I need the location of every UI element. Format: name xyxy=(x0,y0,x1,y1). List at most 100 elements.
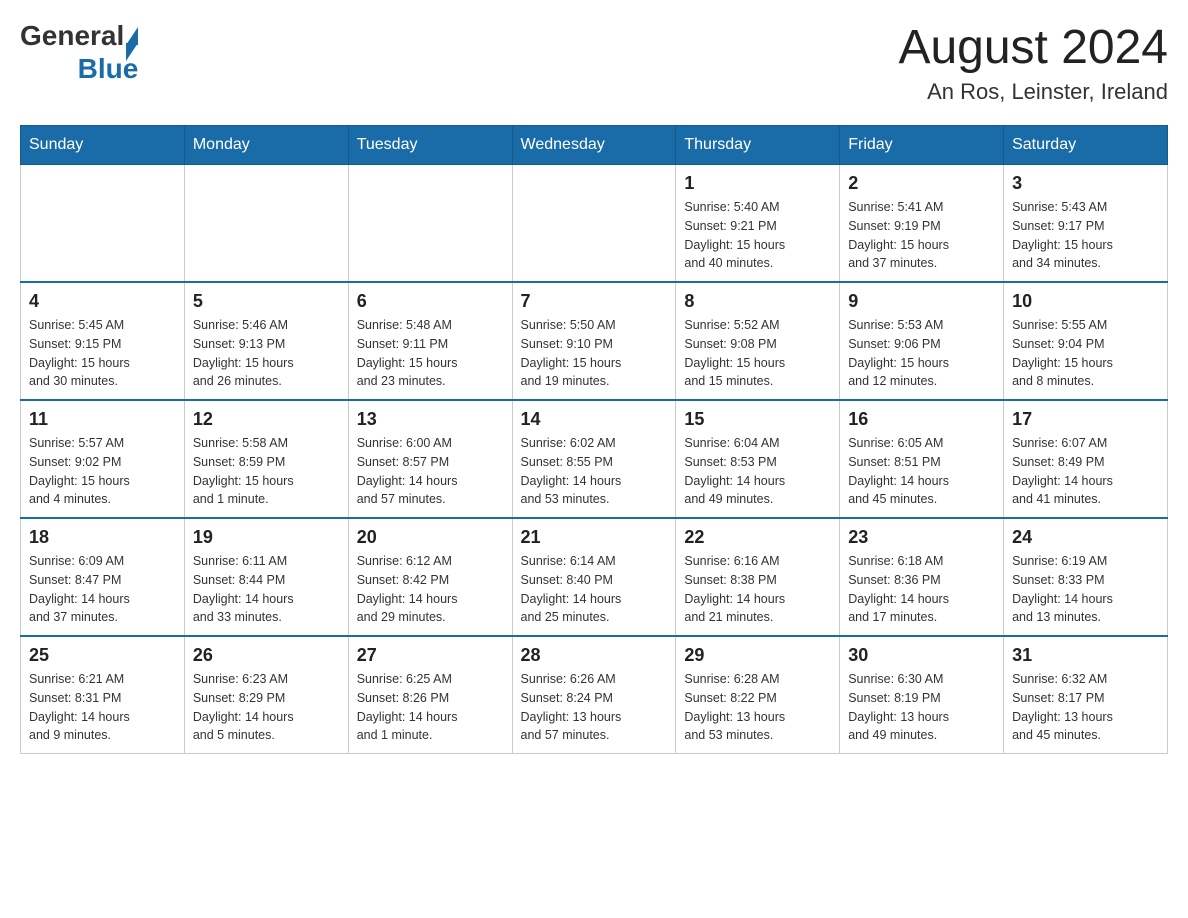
day-number: 29 xyxy=(684,645,831,666)
day-number: 6 xyxy=(357,291,504,312)
day-number: 8 xyxy=(684,291,831,312)
calendar-day-header: Sunday xyxy=(21,126,185,165)
logo-text-blue: Blue xyxy=(78,53,139,85)
day-number: 12 xyxy=(193,409,340,430)
calendar-cell: 19 Sunrise: 6:11 AM Sunset: 8:44 PM Dayli… xyxy=(184,518,348,636)
day-number: 28 xyxy=(521,645,668,666)
day-info: Sunrise: 6:23 AM Sunset: 8:29 PM Dayligh… xyxy=(193,670,340,745)
day-info: Sunrise: 5:52 AM Sunset: 9:08 PM Dayligh… xyxy=(684,316,831,391)
calendar-cell xyxy=(184,165,348,283)
calendar-cell: 20Sunrise: 6:12 AM Sunset: 8:42 PM Dayli… xyxy=(348,518,512,636)
day-info: Sunrise: 6:11 AM Sunset: 8:44 PM Dayligh… xyxy=(193,552,340,627)
day-info: Sunrise: 6:32 AM Sunset: 8:17 PM Dayligh… xyxy=(1012,670,1159,745)
logo-icon: General Blue xyxy=(20,20,138,85)
day-number: 14 xyxy=(521,409,668,430)
day-info: Sunrise: 6:16 AM Sunset: 8:38 PM Dayligh… xyxy=(684,552,831,627)
calendar-cell: 13 Sunrise: 6:00 AM Sunset: 8:57 PM Dayli… xyxy=(348,400,512,518)
calendar-day-header: Friday xyxy=(840,126,1004,165)
day-number: 10 xyxy=(1012,291,1159,312)
day-number: 27 xyxy=(357,645,504,666)
calendar-cell: 4 Sunrise: 5:45 AM Sunset: 9:15 PM Daylig… xyxy=(21,282,185,400)
day-info: Sunrise: 6:25 AM Sunset: 8:26 PM Dayligh… xyxy=(357,670,504,745)
calendar-cell: 8 Sunrise: 5:52 AM Sunset: 9:08 PM Daylig… xyxy=(676,282,840,400)
calendar-cell: 27 Sunrise: 6:25 AM Sunset: 8:26 PM Dayli… xyxy=(348,636,512,754)
day-number: 19 xyxy=(193,527,340,548)
day-info: Sunrise: 6:07 AM Sunset: 8:49 PM Dayligh… xyxy=(1012,434,1159,509)
day-number: 11 xyxy=(29,409,176,430)
calendar-cell: 15 Sunrise: 6:04 AM Sunset: 8:53 PM Dayli… xyxy=(676,400,840,518)
calendar-cell: 2 Sunrise: 5:41 AM Sunset: 9:19 PM Daylig… xyxy=(840,165,1004,283)
day-info: Sunrise: 6:04 AM Sunset: 8:53 PM Dayligh… xyxy=(684,434,831,509)
day-info: Sunrise: 5:57 AM Sunset: 9:02 PM Dayligh… xyxy=(29,434,176,509)
day-info: Sunrise: 6:09 AM Sunset: 8:47 PM Dayligh… xyxy=(29,552,176,627)
calendar-cell: 25 Sunrise: 6:21 AM Sunset: 8:31 PM Dayli… xyxy=(21,636,185,754)
calendar-table: SundayMondayTuesdayWednesdayThursdayFrid… xyxy=(20,125,1168,754)
calendar-cell: 12 Sunrise: 5:58 AM Sunset: 8:59 PM Dayli… xyxy=(184,400,348,518)
day-info: Sunrise: 6:21 AM Sunset: 8:31 PM Dayligh… xyxy=(29,670,176,745)
calendar-cell xyxy=(348,165,512,283)
day-number: 31 xyxy=(1012,645,1159,666)
calendar-week-row: 11 Sunrise: 5:57 AM Sunset: 9:02 PM Dayli… xyxy=(21,400,1168,518)
page-subtitle: An Ros, Leinster, Ireland xyxy=(898,79,1168,105)
day-number: 13 xyxy=(357,409,504,430)
calendar-cell: 10 Sunrise: 5:55 AM Sunset: 9:04 PM Dayli… xyxy=(1004,282,1168,400)
calendar-cell: 9 Sunrise: 5:53 AM Sunset: 9:06 PM Daylig… xyxy=(840,282,1004,400)
day-number: 16 xyxy=(848,409,995,430)
day-info: Sunrise: 5:46 AM Sunset: 9:13 PM Dayligh… xyxy=(193,316,340,391)
day-info: Sunrise: 6:05 AM Sunset: 8:51 PM Dayligh… xyxy=(848,434,995,509)
calendar-cell: 14 Sunrise: 6:02 AM Sunset: 8:55 PM Dayli… xyxy=(512,400,676,518)
day-info: Sunrise: 6:30 AM Sunset: 8:19 PM Dayligh… xyxy=(848,670,995,745)
day-number: 9 xyxy=(848,291,995,312)
calendar-cell: 26Sunrise: 6:23 AM Sunset: 8:29 PM Dayli… xyxy=(184,636,348,754)
calendar-cell: 3 Sunrise: 5:43 AM Sunset: 9:17 PM Daylig… xyxy=(1004,165,1168,283)
day-number: 7 xyxy=(521,291,668,312)
day-number: 3 xyxy=(1012,173,1159,194)
day-number: 2 xyxy=(848,173,995,194)
day-number: 30 xyxy=(848,645,995,666)
calendar-cell: 1 Sunrise: 5:40 AM Sunset: 9:21 PM Daylig… xyxy=(676,165,840,283)
day-info: Sunrise: 6:00 AM Sunset: 8:57 PM Dayligh… xyxy=(357,434,504,509)
calendar-day-header: Thursday xyxy=(676,126,840,165)
calendar-header-row: SundayMondayTuesdayWednesdayThursdayFrid… xyxy=(21,126,1168,165)
day-number: 15 xyxy=(684,409,831,430)
logo: General Blue xyxy=(20,20,138,85)
calendar-cell: 6 Sunrise: 5:48 AM Sunset: 9:11 PM Daylig… xyxy=(348,282,512,400)
calendar-day-header: Monday xyxy=(184,126,348,165)
calendar-cell xyxy=(512,165,676,283)
day-info: Sunrise: 5:58 AM Sunset: 8:59 PM Dayligh… xyxy=(193,434,340,509)
calendar-week-row: 4 Sunrise: 5:45 AM Sunset: 9:15 PM Daylig… xyxy=(21,282,1168,400)
day-info: Sunrise: 6:02 AM Sunset: 8:55 PM Dayligh… xyxy=(521,434,668,509)
calendar-cell: 5 Sunrise: 5:46 AM Sunset: 9:13 PM Daylig… xyxy=(184,282,348,400)
day-number: 4 xyxy=(29,291,176,312)
day-info: Sunrise: 5:55 AM Sunset: 9:04 PM Dayligh… xyxy=(1012,316,1159,391)
day-info: Sunrise: 5:41 AM Sunset: 9:19 PM Dayligh… xyxy=(848,198,995,273)
calendar-cell: 28Sunrise: 6:26 AM Sunset: 8:24 PM Dayli… xyxy=(512,636,676,754)
logo-text-general: General xyxy=(20,20,124,52)
calendar-day-header: Saturday xyxy=(1004,126,1168,165)
calendar-cell: 30 Sunrise: 6:30 AM Sunset: 8:19 PM Dayli… xyxy=(840,636,1004,754)
page-header: General Blue August 2024 An Ros, Leinste… xyxy=(20,20,1168,105)
day-info: Sunrise: 5:50 AM Sunset: 9:10 PM Dayligh… xyxy=(521,316,668,391)
day-number: 22 xyxy=(684,527,831,548)
title-block: August 2024 An Ros, Leinster, Ireland xyxy=(898,20,1168,105)
calendar-cell: 21Sunrise: 6:14 AM Sunset: 8:40 PM Dayli… xyxy=(512,518,676,636)
day-info: Sunrise: 5:40 AM Sunset: 9:21 PM Dayligh… xyxy=(684,198,831,273)
page-title: August 2024 xyxy=(898,20,1168,75)
calendar-day-header: Wednesday xyxy=(512,126,676,165)
day-number: 5 xyxy=(193,291,340,312)
calendar-week-row: 18Sunrise: 6:09 AM Sunset: 8:47 PM Dayli… xyxy=(21,518,1168,636)
day-info: Sunrise: 5:48 AM Sunset: 9:11 PM Dayligh… xyxy=(357,316,504,391)
calendar-week-row: 1 Sunrise: 5:40 AM Sunset: 9:21 PM Daylig… xyxy=(21,165,1168,283)
day-info: Sunrise: 5:45 AM Sunset: 9:15 PM Dayligh… xyxy=(29,316,176,391)
calendar-cell: 17Sunrise: 6:07 AM Sunset: 8:49 PM Dayli… xyxy=(1004,400,1168,518)
calendar-day-header: Tuesday xyxy=(348,126,512,165)
day-number: 25 xyxy=(29,645,176,666)
calendar-cell: 24Sunrise: 6:19 AM Sunset: 8:33 PM Dayli… xyxy=(1004,518,1168,636)
day-info: Sunrise: 5:53 AM Sunset: 9:06 PM Dayligh… xyxy=(848,316,995,391)
day-info: Sunrise: 6:14 AM Sunset: 8:40 PM Dayligh… xyxy=(521,552,668,627)
day-number: 24 xyxy=(1012,527,1159,548)
calendar-cell: 31 Sunrise: 6:32 AM Sunset: 8:17 PM Dayli… xyxy=(1004,636,1168,754)
day-number: 1 xyxy=(684,173,831,194)
calendar-week-row: 25 Sunrise: 6:21 AM Sunset: 8:31 PM Dayli… xyxy=(21,636,1168,754)
day-info: Sunrise: 5:43 AM Sunset: 9:17 PM Dayligh… xyxy=(1012,198,1159,273)
